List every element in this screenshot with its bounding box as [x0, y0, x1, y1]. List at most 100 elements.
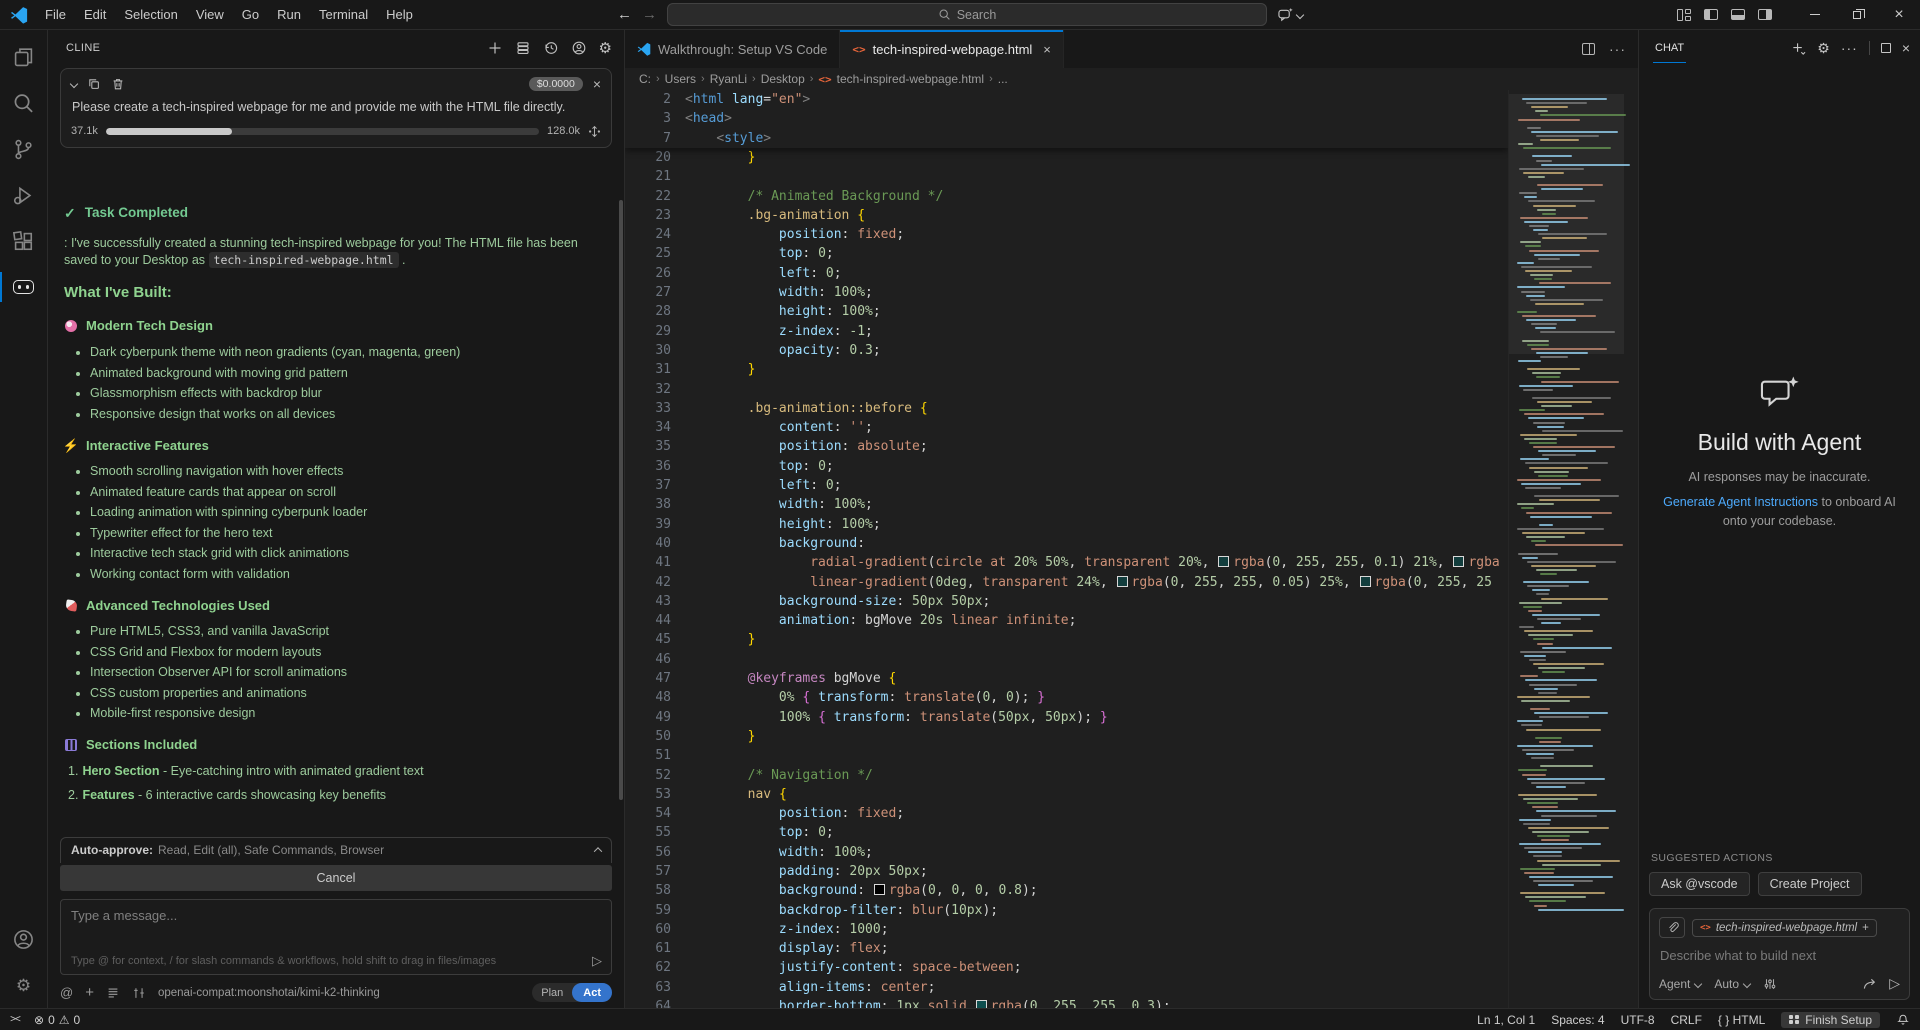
- code-line[interactable]: 61 display: flex;: [625, 939, 1508, 958]
- code-line[interactable]: 38 width: 100%;: [625, 495, 1508, 514]
- menu-go[interactable]: Go: [233, 4, 268, 25]
- code-line[interactable]: 21: [625, 167, 1508, 186]
- sidebar-item-run-debug[interactable]: [0, 172, 48, 218]
- tools-icon[interactable]: [1763, 977, 1777, 991]
- color-swatch[interactable]: [874, 884, 885, 895]
- code-line[interactable]: 24 position: fixed;: [625, 225, 1508, 244]
- breadcrumb-file[interactable]: tech-inspired-webpage.html: [837, 72, 984, 86]
- encoding[interactable]: UTF-8: [1621, 1013, 1655, 1027]
- tab-tech-inspired-webpage[interactable]: <> tech-inspired-webpage.html ×: [840, 30, 1064, 68]
- code-line[interactable]: 32: [625, 380, 1508, 399]
- sidebar-item-account[interactable]: [0, 916, 48, 962]
- code-line[interactable]: 52 /* Navigation */: [625, 766, 1508, 785]
- cancel-button[interactable]: Cancel: [60, 865, 612, 891]
- delete-task-icon[interactable]: [111, 77, 125, 91]
- close-task-icon[interactable]: ×: [593, 76, 601, 92]
- code-line[interactable]: 42 linear-gradient(0deg, transparent 24%…: [625, 573, 1508, 592]
- copy-icon[interactable]: [87, 77, 101, 91]
- more-actions-icon[interactable]: ···: [1841, 40, 1858, 56]
- code-line[interactable]: 51: [625, 746, 1508, 765]
- expand-context-icon[interactable]: [588, 125, 601, 138]
- code-line[interactable]: 20 }: [625, 148, 1508, 167]
- code-line[interactable]: 46: [625, 650, 1508, 669]
- breadcrumb[interactable]: C:›Users›RyanLi›Desktop›<>tech-inspired-…: [625, 68, 1638, 90]
- sidebar-item-extensions[interactable]: [0, 218, 48, 264]
- forward-arrow-icon[interactable]: →: [642, 6, 657, 23]
- code-line[interactable]: 55 top: 0;: [625, 823, 1508, 842]
- code-line[interactable]: 28 height: 100%;: [625, 302, 1508, 321]
- new-chat-icon[interactable]: [1791, 41, 1806, 56]
- back-arrow-icon[interactable]: ←: [617, 6, 632, 23]
- menu-run[interactable]: Run: [268, 4, 310, 25]
- code-line[interactable]: 40 background:: [625, 534, 1508, 553]
- remote-indicator[interactable]: ><: [0, 1014, 30, 1025]
- code-line[interactable]: 60 z-index: 1000;: [625, 920, 1508, 939]
- code-line[interactable]: 35 position: absolute;: [625, 437, 1508, 456]
- code-line[interactable]: 29 z-index: -1;: [625, 322, 1508, 341]
- chevron-up-icon[interactable]: [594, 847, 602, 855]
- code-line[interactable]: 44 animation: bgMove 20s linear infinite…: [625, 611, 1508, 630]
- code-line[interactable]: 25 top: 0;: [625, 244, 1508, 263]
- tab-walkthrough[interactable]: Walkthrough: Setup VS Code: [625, 30, 840, 68]
- gear-icon[interactable]: ⚙: [599, 41, 612, 56]
- ask-vscode-button[interactable]: Ask @vscode: [1649, 872, 1750, 896]
- model-dropdown[interactable]: Auto: [1714, 977, 1750, 991]
- code-line[interactable]: 53 nav {: [625, 785, 1508, 804]
- language-mode[interactable]: { } HTML: [1718, 1013, 1765, 1027]
- account-icon[interactable]: [571, 40, 587, 56]
- code-line[interactable]: 47 @keyframes bgMove {: [625, 669, 1508, 688]
- send-icon[interactable]: ▷: [1889, 975, 1900, 992]
- menu-selection[interactable]: Selection: [115, 4, 186, 25]
- color-swatch[interactable]: [1360, 576, 1371, 587]
- cursor-position[interactable]: Ln 1, Col 1: [1477, 1013, 1535, 1027]
- generate-instructions-link[interactable]: Generate Agent Instructions: [1663, 495, 1818, 509]
- attach-context-button[interactable]: [1659, 917, 1685, 938]
- code-line[interactable]: 48 0% { transform: translate(0, 0); }: [625, 688, 1508, 707]
- toggle-panel-icon[interactable]: [1731, 9, 1745, 20]
- code-line[interactable]: 49 100% { transform: translate(50px, 50p…: [625, 708, 1508, 727]
- message-input[interactable]: Type a message... Type @ for context, / …: [60, 899, 612, 975]
- color-swatch[interactable]: [1218, 556, 1229, 567]
- code-line[interactable]: 2<html lang="en">: [625, 90, 1508, 109]
- code-line[interactable]: 58 background: rgba(0, 0, 0, 0.8);: [625, 881, 1508, 900]
- more-actions-icon[interactable]: ···: [1609, 41, 1626, 57]
- eol-sequence[interactable]: CRLF: [1671, 1013, 1702, 1027]
- mcp-servers-icon[interactable]: [515, 40, 531, 56]
- new-task-icon[interactable]: [487, 40, 503, 56]
- collapse-task-icon[interactable]: [70, 80, 78, 88]
- code-line[interactable]: 39 height: 100%;: [625, 515, 1508, 534]
- sidebar-item-settings[interactable]: ⚙: [0, 962, 48, 1008]
- history-icon[interactable]: [543, 40, 559, 56]
- mention-icon[interactable]: @: [60, 985, 73, 1000]
- code-line[interactable]: 33 .bg-animation::before {: [625, 399, 1508, 418]
- send-icon[interactable]: ▷: [592, 953, 602, 969]
- breadcrumb-item[interactable]: Users: [665, 72, 696, 86]
- close-panel-icon[interactable]: ×: [1902, 40, 1910, 56]
- code-line[interactable]: 64 border-bottom: 1px solid rgba(0, 255,…: [625, 997, 1508, 1008]
- chat-input[interactable]: <> tech-inspired-webpage.html + Describe…: [1649, 908, 1910, 1000]
- finish-setup-button[interactable]: Finish Setup: [1781, 1012, 1880, 1028]
- model-label[interactable]: openai-compat:moonshotai/kimi-k2-thinkin…: [158, 987, 380, 999]
- code-line[interactable]: 63 align-items: center;: [625, 978, 1508, 997]
- toggle-secondary-sidebar-icon[interactable]: [1758, 9, 1772, 20]
- code-line[interactable]: 45 }: [625, 630, 1508, 649]
- indentation[interactable]: Spaces: 4: [1551, 1013, 1604, 1027]
- gear-icon[interactable]: ⚙: [1817, 41, 1830, 55]
- color-swatch[interactable]: [1117, 576, 1128, 587]
- menu-view[interactable]: View: [187, 4, 233, 25]
- code-line[interactable]: 56 width: 100%;: [625, 843, 1508, 862]
- split-editor-icon[interactable]: [1582, 43, 1595, 55]
- copilot-menu[interactable]: [1277, 7, 1303, 22]
- code-line[interactable]: 57 padding: 20px 50px;: [625, 862, 1508, 881]
- menu-file[interactable]: File: [36, 4, 75, 25]
- sidebar-item-search[interactable]: [0, 80, 48, 126]
- breadcrumb-item[interactable]: C:: [639, 72, 651, 86]
- minimap[interactable]: [1508, 90, 1638, 1008]
- code-line[interactable]: 50 }: [625, 727, 1508, 746]
- act-mode-button[interactable]: Act: [572, 983, 612, 1002]
- minimize-button[interactable]: [1794, 0, 1836, 30]
- color-swatch[interactable]: [1453, 556, 1464, 567]
- command-search-box[interactable]: Search: [667, 3, 1267, 26]
- maximize-panel-icon[interactable]: [1881, 43, 1891, 53]
- plan-mode-button[interactable]: Plan: [532, 987, 572, 999]
